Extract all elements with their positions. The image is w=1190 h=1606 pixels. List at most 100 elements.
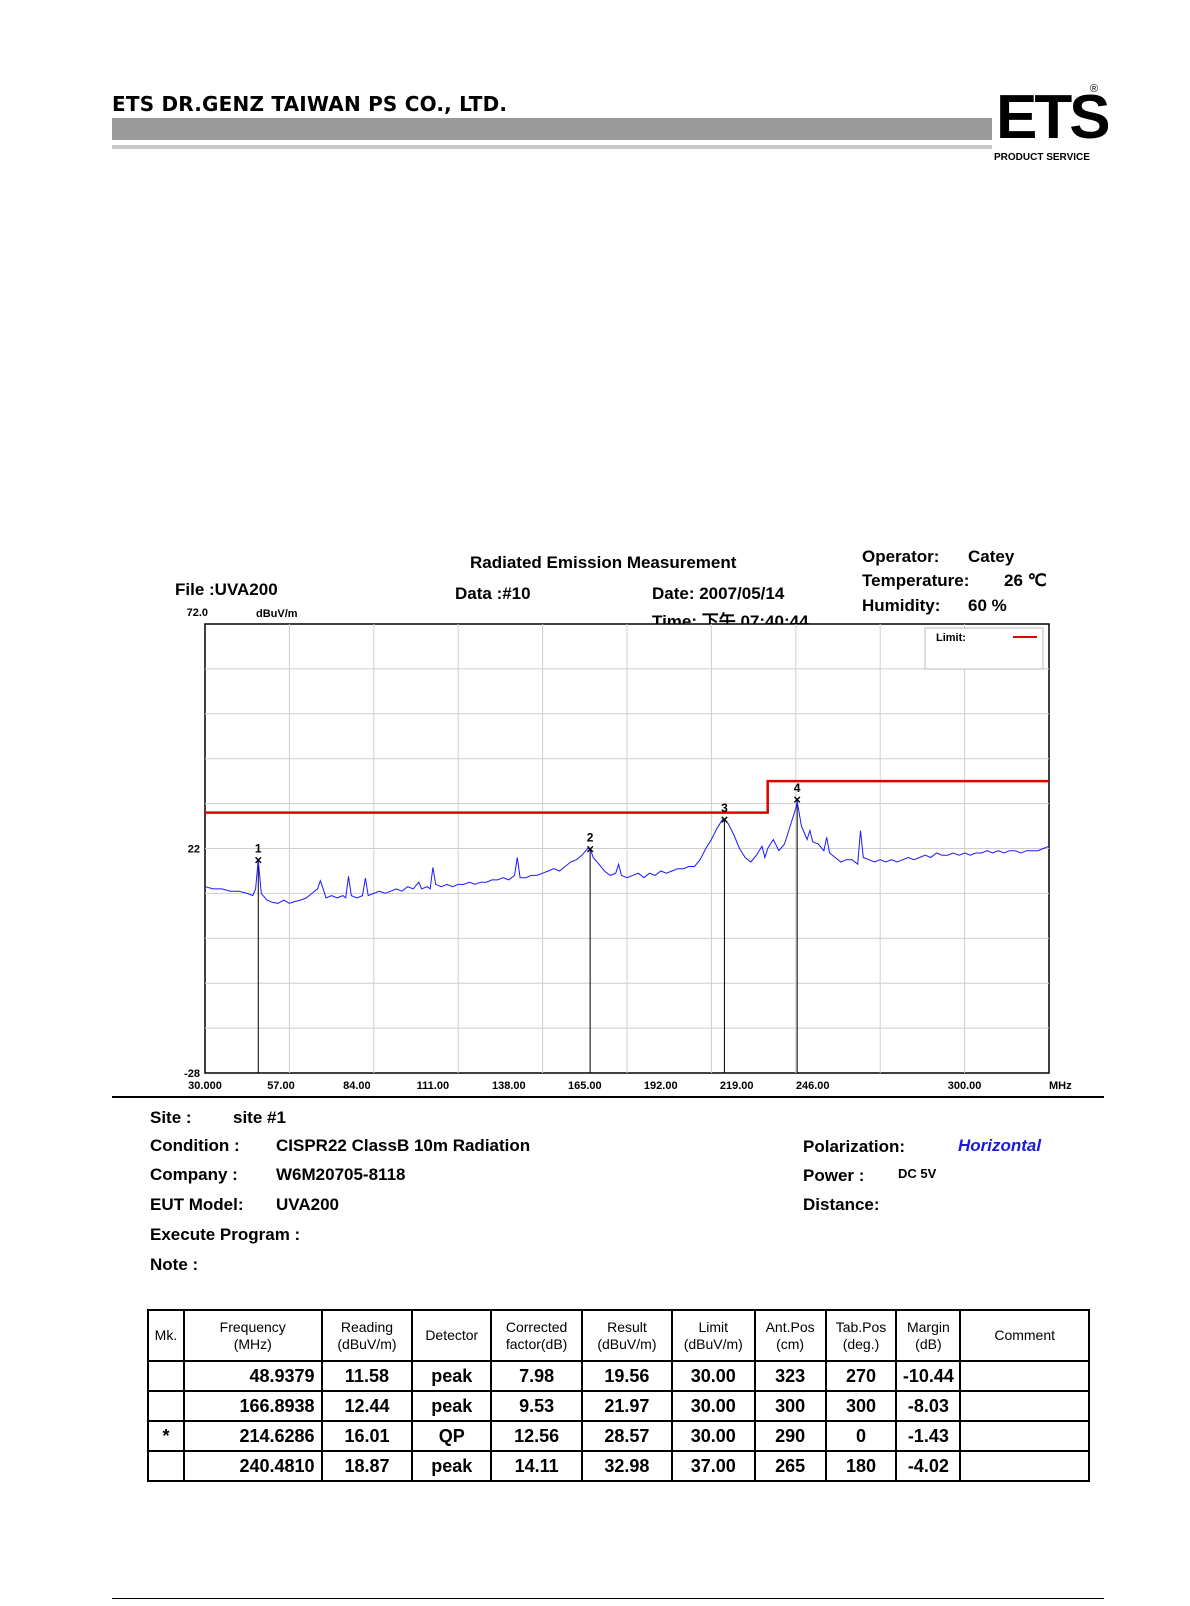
col-header-text: Detector [425,1327,479,1343]
distance-label: Distance: [803,1195,880,1214]
col-header-1: Frequency (MHz) [182,1309,323,1362]
table-cell: 265 [753,1450,827,1482]
x-tick-label: 57.00 [267,1080,295,1092]
x-tick-label: 84.00 [343,1080,371,1092]
table-cell: 12.56 [490,1420,584,1452]
polarization-value: Horizontal [958,1136,1042,1155]
company-label: Company : [150,1165,238,1184]
polarization-label: Polarization: [803,1137,906,1156]
table-cell: peak [411,1390,493,1422]
col-header-text: Corrected [505,1318,568,1335]
execute-program-label: Execute Program : [150,1225,301,1244]
col-header-text: (dBuV/m) [337,1335,397,1352]
table-cell: 300 [753,1390,827,1422]
table-cell: * [147,1420,185,1452]
col-header-text: factor(dB) [505,1335,568,1352]
footer-line [112,1598,1104,1599]
x-axis-unit: MHz [1049,1080,1072,1092]
col-header-3: Detector [411,1309,493,1362]
col-header-2: Reading (dBuV/m) [320,1309,414,1362]
table-cell: peak [411,1360,493,1392]
power-label: Power : [803,1166,865,1185]
table-row: 166.8938 12.44 peak 9.53 21.97 30.00 300 300 -8.… [147,1390,1090,1422]
table-cell: 9.53 [490,1390,584,1422]
table-cell: 30.00 [670,1360,756,1392]
col-header-4: Corrected factor(dB) [490,1309,584,1362]
table-cell: 48.9379 [182,1360,323,1392]
table-cell: 28.57 [581,1420,673,1452]
power-value: DC 5V [898,1166,937,1181]
table-cell: QP [411,1420,493,1452]
marker-label: 2 [587,831,594,845]
col-header-text: Tab.Pos [835,1318,887,1335]
table-cell: 16.01 [320,1420,414,1452]
x-tick-label: 165.00 [568,1080,602,1092]
col-header-text: Result [607,1318,647,1335]
table-cell: 30.00 [670,1390,756,1422]
col-header-text: Ant.Pos [765,1318,815,1335]
y-axis-unit: dBuV/m [256,608,298,620]
table-cell: -4.02 [895,1450,962,1482]
y-tick-label: -28 [184,1068,200,1080]
col-header-6: Limit (dBuV/m) [670,1309,756,1362]
col-header-text: Frequency [219,1318,286,1335]
table-header-row: Mk. Frequency (MHz) Reading (dBuV/m) Detector… [147,1309,1090,1362]
table-cell: 14.11 [490,1450,584,1482]
eut-model-value: UVA200 [276,1195,339,1214]
table-cell [959,1360,1090,1392]
results-table: Mk. Frequency (MHz) Reading (dBuV/m) Detector… [147,1309,1090,1482]
table-cell: 7.98 [490,1360,584,1392]
col-header-5: Result (dBuV/m) [581,1309,673,1362]
site-value: site #1 [233,1108,286,1127]
col-header-text: (dB) [915,1335,942,1352]
col-header-text: (cm) [776,1335,805,1352]
table-body: 48.9379 11.58 peak 7.98 19.56 30.00 323 270 -10.… [147,1360,1090,1482]
table-cell: 19.56 [581,1360,673,1392]
table-cell: 323 [753,1360,827,1392]
company-value: W6M20705-8118 [276,1165,406,1184]
col-header-7: Ant.Pos (cm) [753,1309,827,1362]
table-cell [959,1450,1090,1482]
condition-value: CISPR22 ClassB 10m Radiation [276,1136,531,1155]
note-label: Note : [150,1255,199,1274]
table-cell [147,1390,185,1422]
marker-label: 1 [255,841,262,855]
y-tick-label: 72.0 [187,607,208,619]
col-header-text: Reading [340,1318,394,1335]
table-cell: 240.4810 [182,1450,323,1482]
table-row: 48.9379 11.58 peak 7.98 19.56 30.00 323 270 -10.… [147,1360,1090,1392]
table-row: 240.4810 18.87 peak 14.11 32.98 37.00 265 180 -4… [147,1450,1090,1482]
table-cell: 300 [824,1390,898,1422]
marker-label: 4 [794,781,801,795]
y-tick-label: 22 [188,844,200,856]
table-cell: 30.00 [670,1420,756,1452]
table-cell: 21.97 [581,1390,673,1422]
table-cell: 290 [753,1420,827,1452]
table-cell: peak [411,1450,493,1482]
condition-label: Condition : [150,1136,240,1155]
table-cell: 18.87 [320,1450,414,1482]
x-tick-label: 219.00 [720,1080,754,1092]
x-tick-label: 111.00 [417,1080,449,1092]
col-header-10: Comment [959,1309,1090,1362]
marker-label: 3 [721,801,728,815]
table-cell: 11.58 [320,1360,414,1392]
legend-label: Limit: [936,632,966,644]
table-cell: 214.6286 [182,1420,323,1452]
eut-model-label: EUT Model: [150,1195,244,1214]
table-cell: 12.44 [320,1390,414,1422]
table-cell: 180 [824,1450,898,1482]
x-tick-label: 30.000 [188,1080,222,1092]
x-tick-label: 138.00 [492,1080,526,1092]
table-cell [959,1420,1090,1452]
col-header-text: Mk. [154,1327,178,1343]
col-header-text: (deg.) [842,1335,880,1352]
x-tick-label: 246.00 [796,1080,830,1092]
table-cell: 37.00 [670,1450,756,1482]
col-header-text: (MHz) [233,1335,272,1352]
col-header-text: (dBuV/m) [597,1335,657,1352]
col-header-text: Comment [994,1327,1056,1343]
col-header-text: Margin [906,1318,950,1335]
col-header-8: Tab.Pos (deg.) [824,1309,898,1362]
x-tick-label: 300.00 [948,1080,982,1092]
